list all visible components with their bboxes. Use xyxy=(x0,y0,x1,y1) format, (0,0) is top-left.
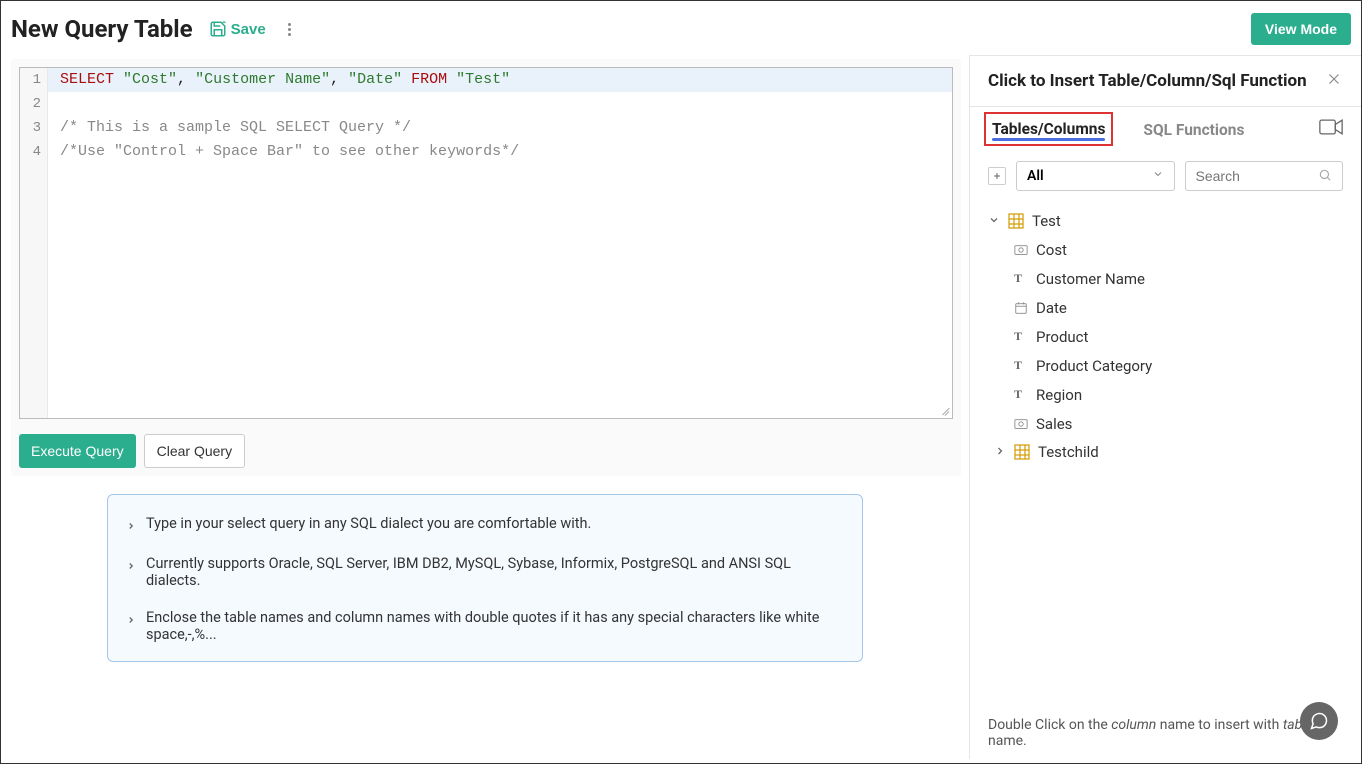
query-section: 1 2 3 4 SELECT "Cost", "Customer Name", … xyxy=(11,59,961,476)
search-input[interactable] xyxy=(1196,168,1319,184)
column-item-product[interactable]: T Product xyxy=(1014,322,1343,351)
text-icon: T xyxy=(1014,271,1028,286)
save-label: Save xyxy=(231,21,266,38)
chevron-right-icon xyxy=(994,443,1006,461)
text-icon: T xyxy=(1014,387,1028,402)
table-columns-test: Cost T Customer Name Date T Product xyxy=(988,235,1343,438)
text-icon: T xyxy=(1014,358,1028,373)
left-panel: 1 2 3 4 SELECT "Cost", "Customer Name", … xyxy=(1,55,969,759)
code-line-3: /* This is a sample SQL SELECT Query */ xyxy=(48,116,952,140)
execute-query-button[interactable]: Execute Query xyxy=(19,434,136,468)
video-icon[interactable] xyxy=(1319,119,1343,139)
currency-icon xyxy=(1014,417,1028,431)
chevron-down-icon xyxy=(988,212,1000,230)
save-button[interactable]: Save xyxy=(209,20,266,38)
table-icon xyxy=(1008,213,1024,229)
code-line-4: /*Use "Control + Space Bar" to see other… xyxy=(48,140,952,164)
column-item-cost[interactable]: Cost xyxy=(1014,235,1343,264)
table-node-test[interactable]: Test xyxy=(988,207,1343,235)
column-item-region[interactable]: T Region xyxy=(1014,380,1343,409)
page-title: New Query Table xyxy=(11,15,193,43)
header-left: New Query Table Save xyxy=(11,15,297,43)
right-panel-header: Click to Insert Table/Column/Sql Functio… xyxy=(970,56,1361,107)
tab-sql-functions[interactable]: SQL Functions xyxy=(1137,111,1250,147)
resize-handle[interactable] xyxy=(936,402,950,416)
hint-box: Type in your select query in any SQL dia… xyxy=(107,494,863,662)
query-actions: Execute Query Clear Query xyxy=(19,434,953,468)
code-line-1: SELECT "Cost", "Customer Name", "Date" F… xyxy=(48,68,952,92)
search-box[interactable] xyxy=(1185,161,1344,191)
add-table-button[interactable] xyxy=(988,167,1006,185)
sql-editor[interactable]: 1 2 3 4 SELECT "Cost", "Customer Name", … xyxy=(19,67,953,419)
chevron-right-icon xyxy=(126,612,136,629)
column-item-date[interactable]: Date xyxy=(1014,293,1343,322)
column-item-sales[interactable]: Sales xyxy=(1014,409,1343,438)
date-icon xyxy=(1014,301,1028,315)
table-node-testchild[interactable]: Testchild xyxy=(988,438,1343,466)
table-icon xyxy=(1014,444,1030,460)
search-icon xyxy=(1318,167,1332,186)
code-content[interactable]: SELECT "Cost", "Customer Name", "Date" F… xyxy=(48,68,952,418)
tables-tree: Test Cost T Customer Name Date xyxy=(970,201,1361,466)
tab-tables-columns[interactable]: Tables/Columns xyxy=(984,112,1113,146)
chevron-right-icon xyxy=(126,558,136,575)
currency-icon xyxy=(1014,243,1028,257)
code-line-2 xyxy=(48,92,952,116)
text-icon: T xyxy=(1014,329,1028,344)
right-panel-title: Click to Insert Table/Column/Sql Functio… xyxy=(988,71,1307,91)
hint-item: Enclose the table names and column names… xyxy=(126,609,844,643)
chevron-right-icon xyxy=(126,518,136,535)
filter-row: All xyxy=(970,151,1361,201)
line-gutter: 1 2 3 4 xyxy=(20,68,48,418)
hint-item: Type in your select query in any SQL dia… xyxy=(126,515,844,535)
save-icon xyxy=(209,20,227,38)
column-item-customer-name[interactable]: T Customer Name xyxy=(1014,264,1343,293)
header: New Query Table Save View Mode xyxy=(1,1,1361,55)
hint-item: Currently supports Oracle, SQL Server, I… xyxy=(126,555,844,589)
view-mode-button[interactable]: View Mode xyxy=(1251,13,1351,45)
chat-bubble-button[interactable] xyxy=(1300,702,1338,740)
chevron-down-icon xyxy=(1152,168,1164,184)
close-icon[interactable] xyxy=(1325,70,1343,92)
table-filter-select[interactable]: All xyxy=(1016,161,1175,191)
tabs-row: Tables/Columns SQL Functions xyxy=(970,107,1361,151)
more-menu-button[interactable] xyxy=(282,17,297,42)
clear-query-button[interactable]: Clear Query xyxy=(144,434,245,468)
right-panel: Click to Insert Table/Column/Sql Functio… xyxy=(969,55,1361,759)
column-item-product-category[interactable]: T Product Category xyxy=(1014,351,1343,380)
main-area: 1 2 3 4 SELECT "Cost", "Customer Name", … xyxy=(1,55,1361,759)
